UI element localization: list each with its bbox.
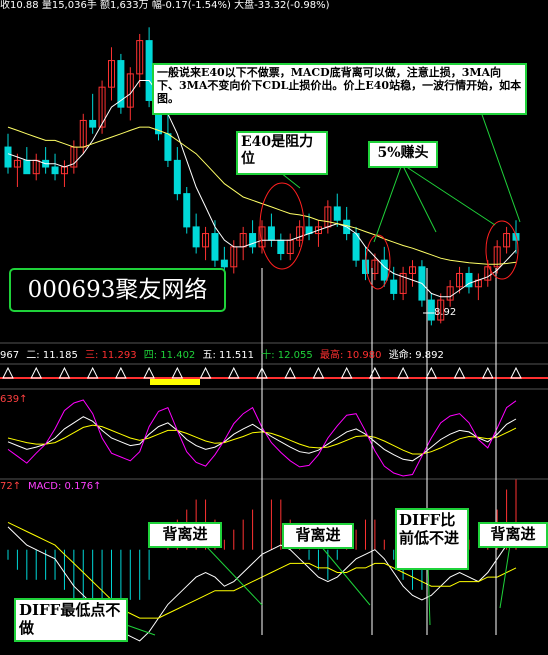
- annotation-pointer: [401, 163, 496, 226]
- trend-triangle: [58, 366, 71, 379]
- trend-triangle: [284, 366, 297, 379]
- candle-body: [277, 239, 285, 255]
- ma-value-6: 最高: 10.980: [319, 350, 382, 361]
- note-diverge-1: 背离进: [148, 522, 222, 548]
- note-diff-bottom-text: DIFF最低点不做: [19, 601, 121, 637]
- trend-triangle: [397, 366, 409, 379]
- trend-triangle: [171, 366, 184, 379]
- trend-triangle: [510, 366, 522, 379]
- annotation-pointer: [427, 563, 431, 626]
- breakout-ellipse: [485, 220, 519, 280]
- candle-body: [51, 166, 59, 175]
- ma-value-2: 三: 11.293: [85, 350, 137, 361]
- trend-triangle: [227, 366, 240, 379]
- candle-body: [192, 226, 200, 248]
- candle-body: [267, 226, 275, 241]
- candle-body: [333, 206, 341, 221]
- header-volume: 量15,036手: [41, 0, 97, 11]
- trend-triangle: [425, 366, 438, 379]
- header-amount: 额1,633万: [100, 0, 149, 11]
- trend-triangle: [340, 366, 353, 379]
- candle-body: [89, 119, 97, 128]
- note-resistance: E40是阻力位: [236, 131, 328, 175]
- header-index: 大盘-33.32(-0.98%): [234, 0, 330, 11]
- stock-id-label: 000693聚友网络: [9, 268, 226, 312]
- note-diverge-1-text: 背离进: [162, 525, 208, 543]
- trend-triangle: [199, 366, 212, 379]
- candle-body: [220, 259, 228, 268]
- note-diff-low: DIFF比前低不进: [395, 508, 469, 570]
- note-profit: 5%赚头: [368, 141, 438, 168]
- candle-body: [164, 133, 172, 161]
- note-main-text: 一般说来E40以下不做票，MACD底背离可以做，注意止损，3MA向下、3MA不变…: [157, 66, 522, 105]
- ma-value-1: 二: 11.185: [26, 350, 78, 361]
- trend-triangle: [86, 366, 99, 379]
- kdj-label: 639↑: [0, 394, 28, 405]
- annotation-pointer: [401, 163, 437, 233]
- annotation-pointer: [373, 163, 403, 243]
- candle-body: [23, 159, 31, 175]
- note-diff-low-text: DIFF比前低不进: [399, 511, 460, 547]
- annotation-pointer: [204, 544, 263, 606]
- trend-yellow-band: [150, 379, 200, 385]
- candle-body: [352, 233, 360, 261]
- ma-value-3: 四: 11.402: [143, 350, 196, 361]
- note-diverge-3-text: 背离进: [490, 525, 536, 543]
- candle-body: [211, 233, 219, 261]
- macd-label-prefix: 72↑: [0, 481, 22, 492]
- candle-body: [4, 146, 12, 168]
- ma-value-0: 967: [0, 350, 20, 361]
- note-diverge-2: 背离进: [282, 523, 354, 549]
- annotation-pointer: [479, 108, 521, 223]
- candle-body: [183, 193, 191, 228]
- annotation-pointer: [499, 544, 511, 609]
- candle-body: [361, 259, 369, 274]
- candle-body: [390, 279, 398, 294]
- header-close: 收10.88: [0, 0, 39, 11]
- candle-body: [380, 259, 388, 281]
- low-price-label: 8.92: [434, 307, 457, 318]
- ma-value-5: 十: 12.055: [261, 350, 313, 361]
- trend-triangle: [481, 366, 494, 379]
- note-main: 一般说来E40以下不做票，MACD底背离可以做，注意止损，3MA向下、3MA不变…: [152, 63, 527, 115]
- ma-value-7: 逃命: 9.892: [388, 350, 444, 361]
- header-change: 幅-0.17(-1.54%): [151, 0, 231, 11]
- trend-triangle: [312, 366, 325, 379]
- trend-triangle: [369, 366, 381, 379]
- trend-triangle: [453, 366, 466, 379]
- note-diff-bottom: DIFF最低点不做: [14, 598, 128, 642]
- trend-marker-row: [0, 366, 548, 385]
- trend-triangle: [30, 366, 43, 379]
- note-profit-text: 5%赚头: [377, 145, 429, 161]
- macd-label: MACD: 0.176↑: [28, 481, 102, 492]
- quote-header: 收10.88 量15,036手 额1,633万 幅-0.17(-1.54%) 大…: [0, 0, 330, 12]
- trend-triangle: [143, 366, 155, 379]
- note-diverge-3: 背离进: [478, 522, 548, 548]
- ma-value-4: 五: 11.511: [202, 350, 255, 361]
- candle-body: [249, 233, 257, 248]
- ma-values-row: 967 二: 11.185 三: 11.293 四: 11.402 五: 11.…: [0, 350, 448, 362]
- candle-body: [173, 159, 181, 195]
- trend-triangle: [115, 366, 127, 379]
- resistance-ellipse: [259, 182, 305, 270]
- note-resistance-text: E40是阻力位: [241, 134, 314, 167]
- note-diverge-2-text: 背离进: [295, 526, 341, 544]
- trend-triangle: [2, 366, 14, 379]
